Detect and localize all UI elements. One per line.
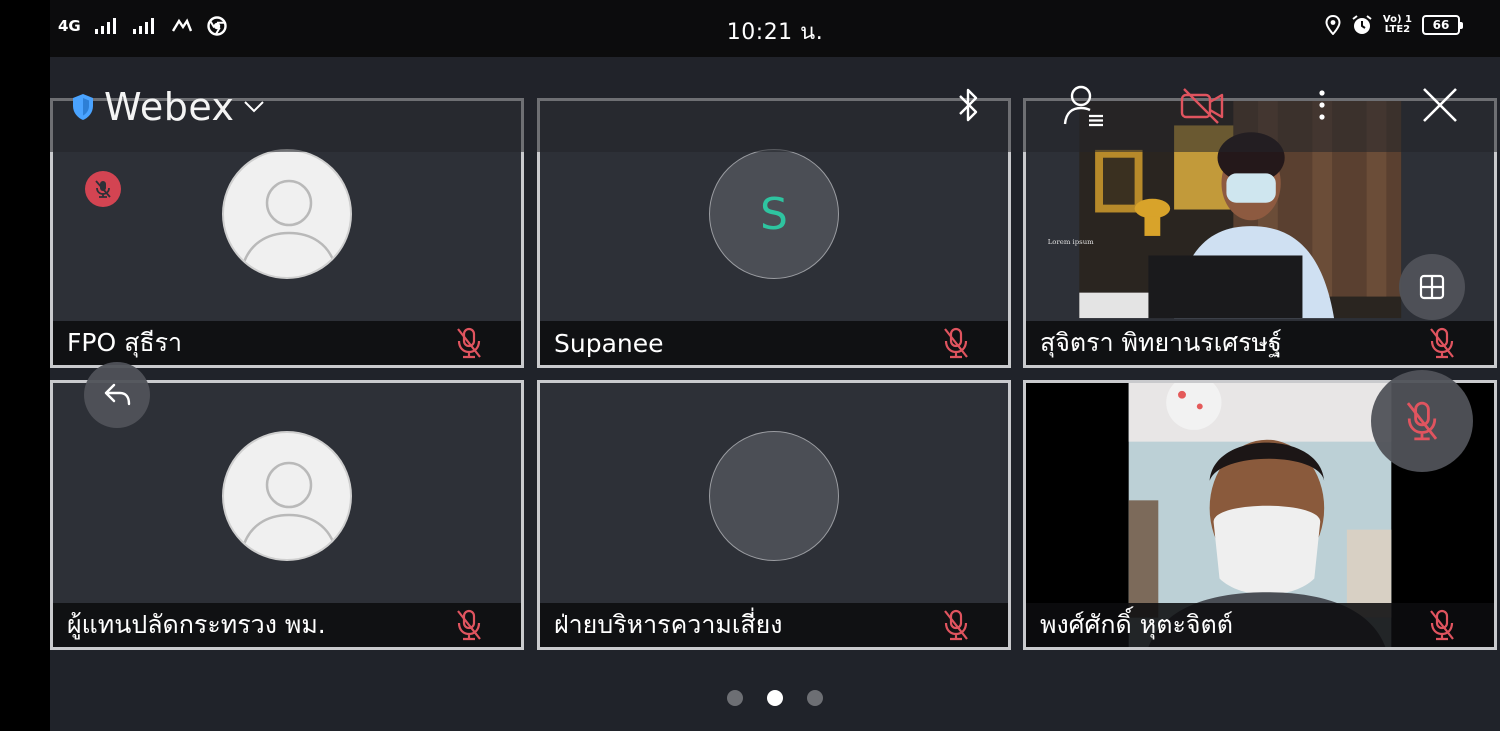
more-options-button[interactable] — [1296, 79, 1348, 131]
page-indicator — [50, 690, 1500, 706]
battery-icon: 66 — [1422, 15, 1463, 35]
unmute-button[interactable] — [1371, 370, 1473, 472]
mic-muted-icon — [457, 327, 481, 359]
participant-name: FPO สุธีรา — [67, 328, 183, 357]
back-button[interactable] — [84, 362, 150, 428]
meeting-toolbar: Webex — [50, 57, 1500, 152]
signal-bars-secondary-icon — [132, 18, 154, 34]
volte-indicator: Vo) 1 LTE2 — [1382, 14, 1412, 35]
page-dot-3[interactable] — [807, 690, 823, 706]
bluetooth-icon — [959, 88, 978, 122]
muted-badge-icon — [95, 180, 111, 198]
initial-avatar: S — [709, 149, 839, 279]
alarm-icon — [1352, 15, 1372, 34]
more-icon — [1319, 90, 1325, 120]
location-icon — [1325, 15, 1341, 35]
mic-muted-icon — [944, 327, 968, 359]
clock: 10:21 น. — [726, 20, 824, 45]
shield-icon — [73, 94, 93, 120]
chevron-down-icon — [243, 101, 264, 113]
video-off-icon — [1180, 88, 1224, 124]
leave-meeting-button[interactable] — [1414, 79, 1466, 131]
webex-meeting-screen: 4G 10:21 น. Vo) 1 LTE2 66 FPO สุธีรา S S… — [50, 0, 1500, 731]
carrier-app-icon — [171, 18, 192, 32]
close-icon — [1423, 88, 1457, 122]
app-menu-button[interactable]: Webex — [70, 85, 265, 129]
default-avatar — [222, 149, 352, 279]
app-title: Webex — [104, 85, 235, 129]
video-caption: Lorem ipsum — [1048, 238, 1094, 246]
mic-muted-icon — [457, 609, 481, 641]
grid-layout-icon — [1419, 274, 1445, 300]
signal-bars-icon — [94, 18, 116, 34]
network-type-icon: 4G — [58, 17, 81, 35]
status-bar: 4G 10:21 น. Vo) 1 LTE2 66 — [50, 0, 1500, 57]
default-avatar — [222, 431, 352, 561]
participant-name: Supanee — [554, 328, 664, 358]
participant-name: ฝ่ายบริหารความเสี่ยง — [554, 610, 783, 639]
mic-muted-icon — [1430, 609, 1454, 641]
mic-muted-icon — [1406, 401, 1438, 441]
chrome-icon — [207, 16, 227, 36]
participants-button[interactable] — [1058, 79, 1110, 131]
page-dot-2[interactable] — [767, 690, 783, 706]
participant-name: สุจิตรา พิทยานรเศรษฐ์ — [1040, 328, 1282, 357]
blank-avatar — [709, 431, 839, 561]
back-arrow-icon — [104, 383, 131, 406]
layout-switch-button[interactable] — [1399, 254, 1465, 320]
participant-tile[interactable]: ฝ่ายบริหารความเสี่ยง — [537, 380, 1011, 650]
participant-name: พงศ์ศักดิ์ หุตะจิตต์ — [1040, 610, 1234, 639]
bluetooth-button[interactable] — [942, 79, 994, 131]
video-off-button[interactable] — [1176, 79, 1228, 131]
mic-muted-icon — [1430, 327, 1454, 359]
host-badge — [85, 171, 121, 207]
mic-muted-icon — [944, 609, 968, 641]
participant-name: ผู้แทนปลัดกระทรวง พม. — [67, 610, 326, 639]
screen-bezel — [0, 0, 50, 731]
participants-icon — [1063, 85, 1103, 127]
page-dot-1[interactable] — [727, 690, 743, 706]
